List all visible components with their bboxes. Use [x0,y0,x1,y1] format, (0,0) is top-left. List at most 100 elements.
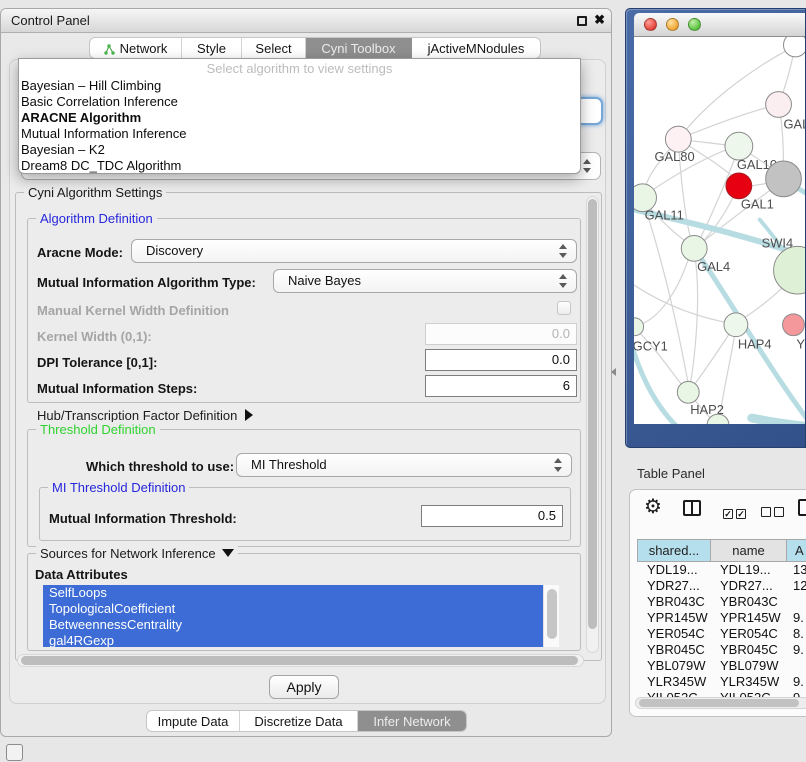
algorithm-option[interactable]: Dream8 DC_TDC Algorithm [19,158,580,174]
select-all-rows-icon[interactable]: ✓✓ [723,504,749,522]
table-cell: YDR27... [710,578,786,594]
network-node-gal1[interactable] [726,173,752,199]
close-icon[interactable]: ✖ [594,12,605,28]
which-threshold-combo[interactable]: MI Threshold [236,453,572,477]
settings-vertical-scrollbar-thumb[interactable] [588,199,597,629]
attribute-list-item[interactable]: BetweennessCentrality [43,617,543,633]
aracne-mode-combo[interactable]: Discovery [131,239,577,263]
tab-jactivemnodules[interactable]: jActiveMNodules [412,38,540,58]
minimize-traffic-light-icon[interactable] [666,18,679,31]
table-settings-gear-icon[interactable]: ⚙ [644,496,662,518]
table-cell: 13 [786,562,806,578]
control-panel-title: Control Panel [11,13,90,28]
data-attributes-label: Data Attributes [35,567,128,582]
algorithm-option[interactable]: Bayesian – K2 [19,142,580,158]
table-cell [786,658,806,674]
network-tab-icon [104,43,115,54]
network-edge [752,418,806,424]
algorithm-definition-title: Algorithm Definition [36,211,157,226]
new-column-icon[interactable] [798,499,806,516]
table-panel-card: ⚙ ✓✓ shared... name A YDL19...YDL19...13… [629,489,806,717]
network-node[interactable] [784,37,806,57]
attributes-scrollbar-thumb[interactable] [547,589,557,639]
network-canvas-svg: GALGAL80GAL10GAL1GAL11GAL4SWI4GCY1HAP4YH… [634,37,806,424]
mi-threshold-definition-title: MI Threshold Definition [48,480,189,495]
node-label: GAL1 [741,197,774,212]
network-node-hap2[interactable] [677,381,699,403]
settings-horizontal-scrollbar-thumb[interactable] [21,656,578,665]
table-row[interactable]: YDL19...YDL19...13 [637,562,806,578]
algorithm-option[interactable]: ARACNE Algorithm [19,110,580,126]
network-node-gal10[interactable] [725,132,753,160]
manual-kernel-width-checkbox[interactable] [557,301,571,315]
table-row[interactable]: YER054CYER054C8. [637,626,806,642]
network-node-gcy1[interactable] [634,318,644,336]
tab-select[interactable]: Select [242,38,306,58]
attributes-scrollbar[interactable] [543,585,559,647]
attribute-list-item[interactable]: SelfLoops [43,585,543,601]
network-view-window[interactable]: GALGAL80GAL10GAL1GAL11GAL4SWI4GCY1HAP4YH… [625,8,806,448]
table-row[interactable]: YBL079WYBL079W [637,658,806,674]
table-row[interactable]: YBR045CYBR045C9. [637,642,806,658]
splitter-handle[interactable] [611,368,616,376]
algorithm-option[interactable]: Basic Correlation Inference [19,94,580,110]
control-panel-titlebar[interactable]: Control Panel ✖ [1,9,611,33]
column-visibility-icon[interactable] [683,500,701,516]
table-row[interactable]: YLR345WYLR345W9. [637,674,806,690]
kernel-width-field[interactable]: 0.0 [425,323,577,345]
algorithm-option[interactable]: Mutual Information Inference [19,126,580,142]
deselect-all-rows-icon[interactable] [761,504,787,522]
tab-style[interactable]: Style [182,38,242,58]
mi-steps-field[interactable]: 6 [425,375,577,397]
column-header-name[interactable]: name [711,540,787,561]
table-horizontal-scrollbar-thumb[interactable] [639,699,799,707]
network-canvas[interactable]: GALGAL80GAL10GAL1GAL11GAL4SWI4GCY1HAP4YH… [634,37,806,424]
tab-infer-network[interactable]: Infer Network [358,711,466,731]
table-row[interactable]: YPR145WYPR145W9. [637,610,806,626]
sources-group-title[interactable]: Sources for Network Inference [36,546,238,561]
node-label: GAL11 [645,208,684,223]
tab-impute-data[interactable]: Impute Data [147,711,240,731]
node-label: GAL4 [697,259,730,274]
attribute-list-item[interactable]: gal4RGexp [43,633,543,647]
combo-spinner-icon [559,244,568,258]
column-header-shared[interactable]: shared... [638,540,711,561]
which-threshold-label: Which threshold to use: [86,459,234,474]
data-attributes-list[interactable]: SelfLoopsTopologicalCoefficientBetweenne… [43,585,559,647]
apply-button[interactable]: Apply [269,675,339,699]
control-panel-window: Control Panel ✖ Network Style Select Cyn… [0,8,612,737]
settings-vertical-scrollbar[interactable] [586,196,599,653]
mi-threshold-label: Mutual Information Threshold: [49,511,237,526]
mi-algorithm-type-combo[interactable]: Naive Bayes [273,269,577,293]
table-horizontal-scrollbar[interactable] [635,697,806,709]
network-node[interactable] [766,161,802,197]
collapsed-arrow-icon [245,409,253,421]
table-row[interactable]: YBR043CYBR043C [637,594,806,610]
network-node-swi4[interactable] [774,246,806,294]
dpi-tolerance-label: DPI Tolerance [0,1]: [37,355,157,370]
table-cell: 9. [786,674,806,690]
attribute-list-item[interactable]: TopologicalCoefficient [43,601,543,617]
table-row[interactable]: YDR27...YDR27...12 [637,578,806,594]
minimized-panel-icon[interactable] [6,744,23,761]
tab-network[interactable]: Network [90,38,182,58]
tab-cyni-toolbox[interactable]: Cyni Toolbox [306,38,412,58]
mi-threshold-field[interactable]: 0.5 [421,505,563,527]
tab-discretize-data[interactable]: Discretize Data [240,711,358,731]
column-header-partial[interactable]: A [787,540,806,561]
dpi-tolerance-field[interactable]: 0.0 [425,349,577,371]
close-traffic-light-icon[interactable] [644,18,657,31]
node-label: SWI4 [762,235,794,250]
network-node-gal4[interactable] [681,235,707,261]
table-cell: YDL19... [710,562,786,578]
hub-section-header[interactable]: Hub/Transcription Factor Definition [37,408,253,423]
network-node-y[interactable] [783,314,805,336]
network-window-titlebar[interactable] [634,13,805,37]
zoom-traffic-light-icon[interactable] [688,18,701,31]
settings-horizontal-scrollbar[interactable] [17,654,584,667]
node-label: GCY1 [634,339,668,354]
algorithm-option[interactable]: Bayesian – Hill Climbing [19,78,580,94]
network-node-gal[interactable] [766,92,792,118]
network-node-hap4[interactable] [724,313,748,337]
float-panel-icon[interactable] [577,16,587,26]
